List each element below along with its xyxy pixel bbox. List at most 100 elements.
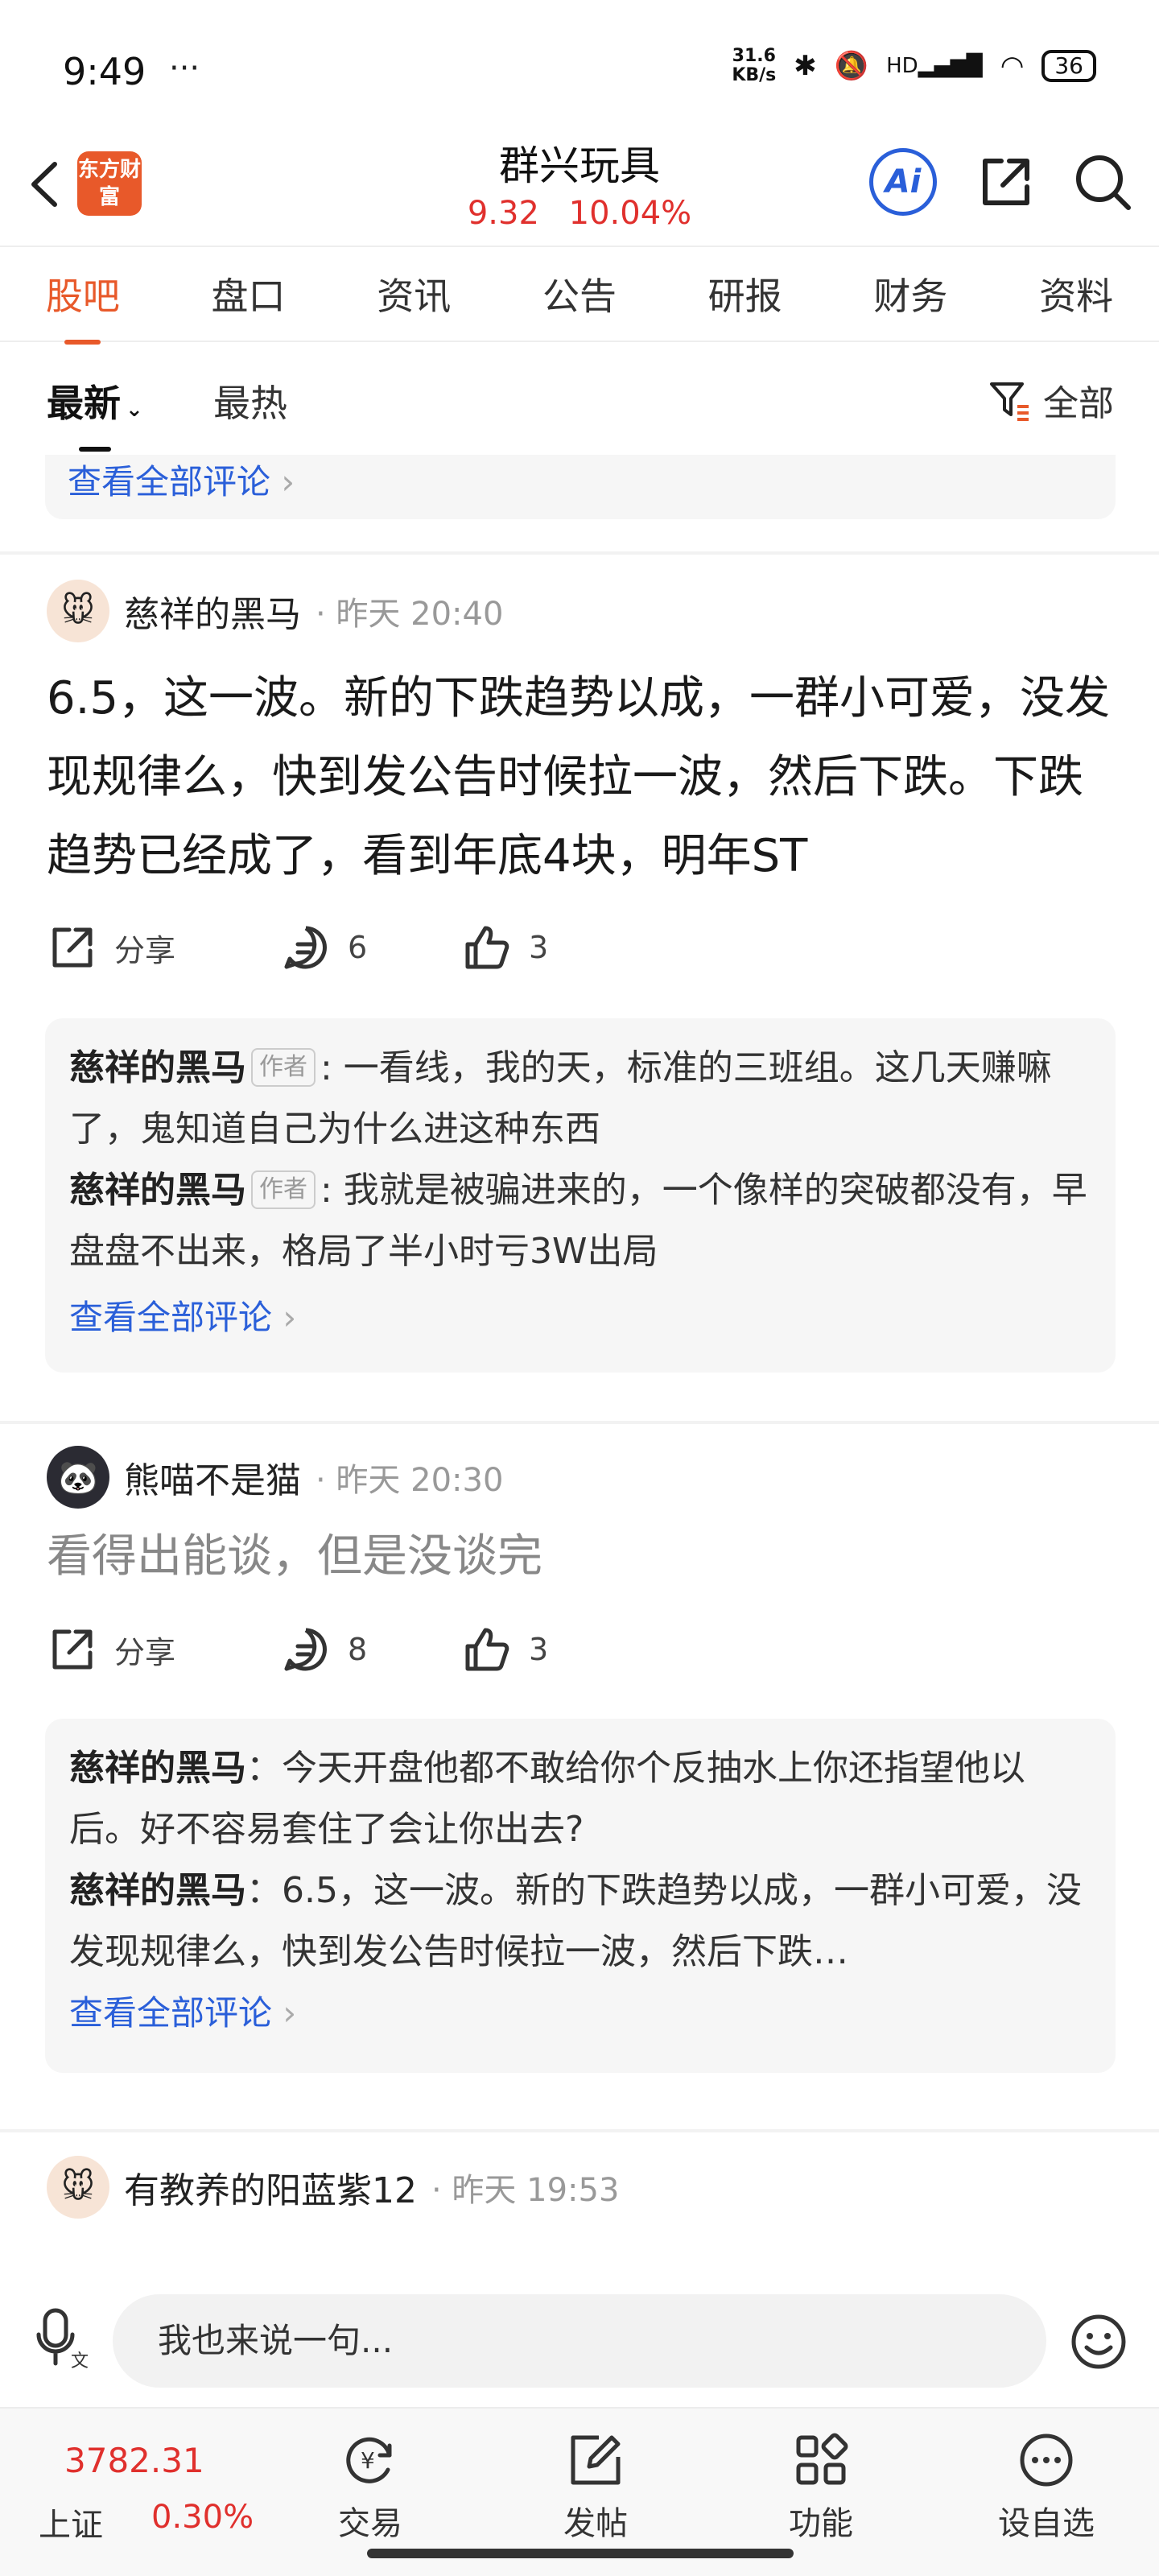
post-actions: 分享 6 3 — [47, 915, 691, 980]
sort-newest[interactable]: 最新 ⌄ — [47, 374, 143, 452]
share-button[interactable]: 分享 — [47, 922, 280, 973]
index-change-pct: 0.30% — [151, 2499, 254, 2536]
comment-preview-box[interactable]: 慈祥的黑马：今天开盘他都不敢给你个反抽水上你还指望他以后。好不容易套住了会让你出… — [45, 1719, 1116, 2073]
comment-button[interactable]: 8 — [280, 1624, 461, 1675]
post-author-row: 🐭 慈祥的黑马 · 昨天 20:40 — [47, 579, 503, 643]
comment-button[interactable]: 6 — [280, 922, 461, 973]
share-icon — [52, 927, 93, 968]
comment-count: 6 — [348, 930, 368, 965]
nav-trade[interactable]: ¥ 交易 — [306, 2431, 435, 2544]
filter-button[interactable]: 全部 — [987, 374, 1114, 426]
post-author[interactable]: 慈祥的黑马 — [124, 585, 301, 637]
sort-hottest[interactable]: 最热 — [213, 374, 287, 427]
stock-change-pct: 10.04% — [568, 195, 692, 232]
comment-input[interactable]: 我也来说一句... — [113, 2294, 1046, 2388]
tab-profile[interactable]: 资料 — [1031, 267, 1121, 320]
comment-preview: 慈祥的黑马：6.5，这一波。新的下跌趋势以成，一群小可爱，没发现规律么，快到发公… — [69, 1860, 1091, 1983]
like-button[interactable]: 3 — [461, 1624, 548, 1675]
bluetooth-icon: ✱ — [794, 50, 817, 82]
nav-add-watchlist[interactable]: 设自选 — [982, 2431, 1111, 2544]
post-author-row: 🐭 有教养的阳蓝紫12 · 昨天 19:53 — [47, 2155, 619, 2219]
comment-icon — [284, 926, 327, 969]
comment-count: 8 — [348, 1632, 368, 1667]
net-speed: 31.6 KB/s — [732, 46, 777, 85]
tab-news[interactable]: 资讯 — [369, 267, 459, 320]
tab-research[interactable]: 研报 — [700, 267, 790, 320]
search-icon[interactable] — [1070, 150, 1135, 214]
previous-comment-box: 查看全部评论 › — [45, 455, 1116, 519]
status-icons: 31.6 KB/s ✱ 🔕 HD▂▄▆█ ◠ 36 — [732, 47, 1096, 85]
tab-pankou[interactable]: 盘口 — [204, 267, 294, 320]
compose-icon — [571, 2435, 621, 2485]
share-icon — [52, 1629, 93, 1670]
mute-bell-icon: 🔕 — [834, 50, 869, 82]
status-bar: 9:49 ··· 31.6 KB/s ✱ 🔕 HD▂▄▆█ ◠ 36 — [0, 0, 1159, 121]
index-value: 3782.31 — [64, 2441, 204, 2480]
comment-input-bar: 文 我也来说一句... — [0, 2270, 1159, 2407]
tab-announcements[interactable]: 公告 — [534, 267, 625, 320]
post-author[interactable]: 有教养的阳蓝紫12 — [124, 2161, 417, 2213]
view-all-comments-link[interactable]: 查看全部评论 › — [68, 455, 295, 504]
post-time: · 昨天 19:53 — [431, 2172, 620, 2209]
comment-icon — [284, 1628, 327, 1671]
share-button[interactable]: 分享 — [47, 1624, 280, 1675]
comment-author[interactable]: 慈祥的黑马 — [69, 1748, 246, 1789]
post-item[interactable]: 🐼 熊喵不是猫 · 昨天 20:30 看得出能谈，但是没谈完 分享 8 3 慈祥… — [0, 1424, 1159, 2073]
post-body[interactable]: 看得出能谈，但是没谈完 — [47, 1517, 1117, 1596]
author-badge: 作者 — [251, 1048, 316, 1087]
emoji-icon[interactable] — [1069, 2312, 1128, 2372]
view-all-comments-link[interactable]: 查看全部评论 › — [69, 1986, 1091, 2035]
stock-header: 东方财富 群兴玩具 9.32 10.04% Ai — [0, 121, 1159, 246]
svg-text:¥: ¥ — [361, 2447, 375, 2474]
share-icon[interactable] — [974, 150, 1038, 214]
post-author[interactable]: 熊喵不是猫 — [124, 1451, 301, 1503]
author-badge: 作者 — [251, 1170, 316, 1209]
comment-author[interactable]: 慈祥的黑马 — [69, 1870, 246, 1911]
tab-guba[interactable]: 股吧 — [38, 267, 128, 345]
thumbs-up-icon — [465, 1628, 509, 1671]
tab-finance[interactable]: 财务 — [865, 267, 955, 320]
comment-preview: 慈祥的黑马：今天开盘他都不敢给你个反抽水上你还指望他以后。好不容易套住了会让你出… — [69, 1738, 1091, 1860]
comment-preview: 慈祥的黑马 作者: 我就是被骗进来的，一个像样的突破都没有，早盘盘不出来，格局了半… — [69, 1160, 1091, 1282]
index-name: 上证 — [39, 2507, 103, 2544]
status-time: 9:49 — [63, 50, 146, 93]
like-button[interactable]: 3 — [461, 922, 548, 973]
avatar[interactable]: 🐭 — [47, 580, 109, 642]
post-time: · 昨天 20:30 — [316, 1462, 504, 1499]
post-item[interactable]: 🐭 有教养的阳蓝紫12 · 昨天 19:53 — [0, 2132, 1159, 2270]
wifi-icon: ◠ — [1000, 50, 1025, 82]
post-author-row: 🐼 熊喵不是猫 · 昨天 20:30 — [47, 1445, 503, 1509]
more-circle-icon — [1020, 2434, 1073, 2487]
post-body[interactable]: 6.5，这一波。新的下跌趋势以成，一群小可爱，没发现规律么，快到发公告时候拉一波… — [47, 659, 1117, 896]
comment-author[interactable]: 慈祥的黑马 — [69, 1170, 246, 1211]
post-feed: 查看全部评论 › 🐭 慈祥的黑马 · 昨天 20:40 6.5，这一波。新的下跌… — [0, 455, 1159, 2270]
nav-functions[interactable]: 功能 — [757, 2431, 885, 2544]
section-tabs: 股吧 盘口 资讯 公告 研报 财务 资料 — [0, 246, 1159, 345]
avatar[interactable]: 🐼 — [47, 1446, 109, 1509]
trade-yen-icon: ¥ — [346, 2437, 392, 2483]
post-item[interactable]: 🐭 慈祥的黑马 · 昨天 20:40 6.5，这一波。新的下跌趋势以成，一群小可… — [0, 555, 1159, 1373]
post-actions: 分享 8 3 — [47, 1617, 691, 1682]
avatar[interactable]: 🐭 — [47, 2156, 109, 2219]
status-more-dots: ··· — [169, 50, 200, 87]
stock-price: 9.32 — [467, 195, 539, 232]
battery-icon: 36 — [1041, 50, 1096, 82]
comment-preview: 慈祥的黑马 作者: 一看线，我的天，标准的三班组。这几天赚嘛了，鬼知道自己为什么进… — [69, 1038, 1091, 1160]
view-all-comments-link[interactable]: 查看全部评论 › — [69, 1290, 1091, 1340]
comment-author[interactable]: 慈祥的黑马 — [69, 1047, 246, 1088]
nav-post[interactable]: 发帖 — [531, 2431, 660, 2544]
sort-filter-row: 最新 ⌄ 最热 全部 — [0, 342, 1159, 455]
like-count: 3 — [529, 930, 549, 965]
post-time: · 昨天 20:40 — [316, 596, 504, 633]
signal-icon: HD▂▄▆█ — [886, 54, 983, 78]
grid-icon — [796, 2433, 848, 2485]
svg-text:文: 文 — [71, 2351, 89, 2370]
like-count: 3 — [529, 1632, 549, 1667]
voice-input-icon[interactable]: 文 — [34, 2306, 90, 2370]
ai-assistant-button[interactable]: Ai — [869, 148, 937, 216]
thumbs-up-icon — [465, 926, 509, 969]
filter-icon — [990, 382, 1029, 421]
home-indicator[interactable] — [367, 2549, 794, 2558]
comment-preview-box[interactable]: 慈祥的黑马 作者: 一看线，我的天，标准的三班组。这几天赚嘛了，鬼知道自己为什么进… — [45, 1018, 1116, 1373]
chevron-down-icon: ⌄ — [126, 398, 143, 422]
